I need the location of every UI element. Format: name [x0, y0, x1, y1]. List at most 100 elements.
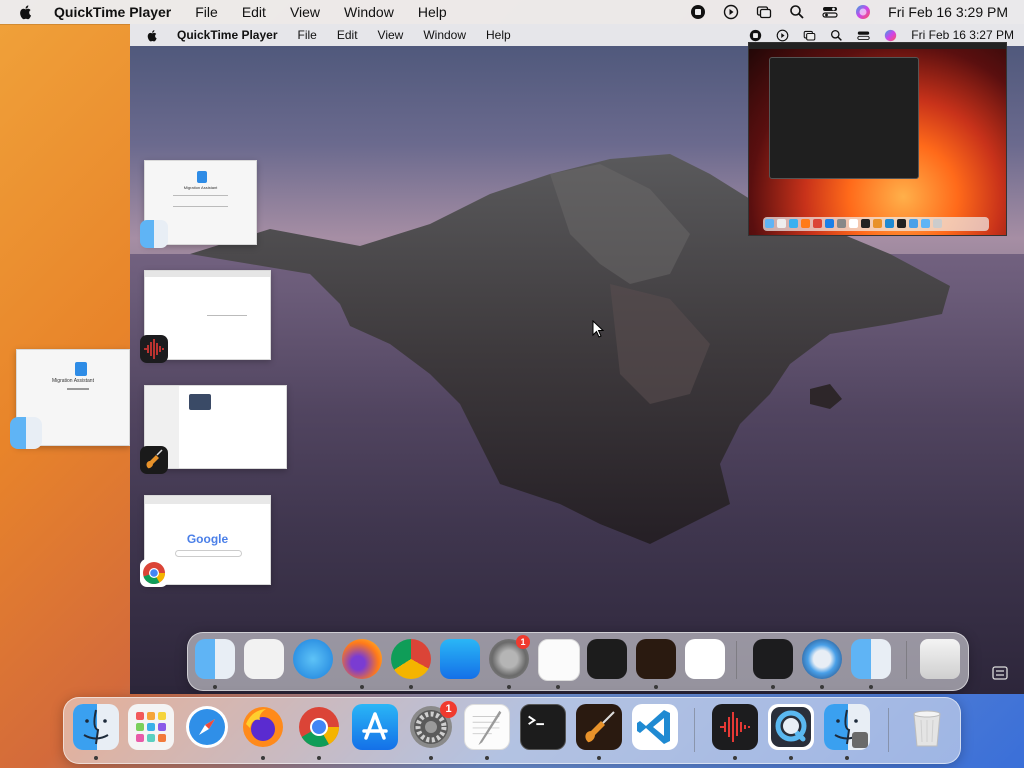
desktop: { "outer_menubar": { "app_name": "QuickT… [0, 0, 1024, 768]
inner-apple-icon [147, 29, 157, 41]
running-indicator [507, 685, 511, 689]
preview-dock-icon [861, 219, 870, 228]
text-line [207, 315, 247, 316]
app-menu[interactable]: QuickTime Player [54, 4, 171, 20]
play-circle-icon[interactable] [723, 4, 739, 20]
stop-recording-icon[interactable] [690, 4, 706, 20]
dock-garageband[interactable] [576, 704, 622, 750]
spotlight-search-icon[interactable] [789, 4, 805, 20]
running-indicator [261, 756, 265, 760]
dock-separator [736, 641, 737, 679]
inner-migration-icon [851, 639, 891, 679]
dock-migration-assistant[interactable] [824, 704, 870, 750]
dock-finder[interactable] [73, 704, 119, 750]
migration-assistant-icon [824, 704, 868, 750]
inner-siri-icon [885, 29, 897, 41]
preview-dock-icon [849, 219, 858, 228]
dock-terminal[interactable] [520, 704, 566, 750]
chrome-logo-icon [299, 707, 339, 747]
vscode-logo-icon [637, 710, 670, 744]
text-line [67, 388, 89, 390]
window-menu[interactable]: Window [344, 4, 394, 20]
dock-safari[interactable] [184, 704, 230, 750]
dock-voice-memos[interactable] [712, 704, 758, 750]
siri-icon[interactable] [855, 4, 871, 20]
running-indicator [789, 756, 793, 760]
quicktime-logo-icon [771, 707, 811, 747]
inner-safari-icon [293, 639, 333, 679]
preview-dock-icon [933, 219, 942, 228]
recording-preview-thumbnail[interactable] [748, 42, 1007, 236]
preview-dock [763, 217, 989, 231]
running-indicator [597, 756, 601, 760]
inner-screen-mirroring-icon [803, 30, 816, 40]
inner-voice-memos-icon [753, 639, 793, 679]
running-indicator [733, 756, 737, 760]
chrome-icon [140, 559, 168, 587]
preview-dock-icon [837, 219, 846, 228]
migration-icon [197, 171, 207, 183]
trash-icon [913, 710, 941, 747]
preview-menu-bar [749, 43, 1006, 49]
migration-thumb-title: Migration Assistant [183, 185, 218, 190]
finder-icon [140, 220, 168, 248]
inner-terminal-icon [587, 639, 627, 679]
dock-launchpad[interactable] [128, 704, 174, 750]
finder-icon [10, 417, 42, 449]
inner-window-menu: Window [423, 28, 467, 42]
titlebar [145, 271, 270, 277]
garageband-icon [140, 446, 168, 474]
inner-stop-recording-icon [750, 29, 762, 41]
control-center-icon[interactable] [822, 4, 838, 20]
inner-system-settings-badge: 1 [516, 635, 530, 649]
inner-search-icon [831, 29, 843, 41]
preview-image [189, 394, 211, 410]
running-indicator [429, 756, 433, 760]
view-menu[interactable]: View [290, 4, 320, 20]
waveform-icon [144, 339, 164, 359]
dock-firefox[interactable] [240, 704, 286, 750]
app-store-a-icon [362, 712, 388, 740]
running-indicator [360, 685, 364, 689]
dock-separator [694, 708, 695, 752]
inner-app-store-icon [440, 639, 480, 679]
preview-dock-icon [765, 219, 774, 228]
preview-window [769, 57, 919, 179]
inner-edit-menu: Edit [336, 28, 358, 42]
text-lines [173, 195, 228, 207]
file-menu[interactable]: File [195, 4, 218, 20]
inner-textedit-icon [538, 639, 580, 681]
migration-assistant-icon [75, 362, 87, 376]
edit-menu[interactable]: Edit [242, 4, 266, 20]
dock-chrome[interactable] [296, 704, 342, 750]
inner-play-circle-icon [776, 29, 789, 41]
system-settings-badge: 1 [440, 701, 457, 718]
screenshot-icon [992, 666, 1008, 680]
clock[interactable]: Fri Feb 16 3:29 PM [888, 4, 1008, 20]
preview-dock-icon [897, 219, 906, 228]
dock-separator [888, 708, 889, 752]
dock-vscode[interactable] [632, 704, 678, 750]
inner-launchpad-icon [244, 639, 284, 679]
dock-quicktime[interactable] [768, 704, 814, 750]
voice-memos-icon [140, 335, 168, 363]
running-indicator [869, 685, 873, 689]
inner-app-menu: QuickTime Player [177, 28, 278, 42]
inner-chrome-icon [391, 639, 431, 679]
mouse-cursor-icon [592, 320, 604, 338]
inner-quicktime-icon [802, 639, 842, 679]
dock-textedit[interactable] [464, 704, 510, 750]
inner-trash-icon [920, 639, 960, 679]
inner-help-menu: Help [486, 28, 511, 42]
preview-dock-icon [813, 219, 822, 228]
running-indicator [820, 685, 824, 689]
pen-paper-icon [472, 710, 502, 746]
inner-view-menu: View [377, 28, 404, 42]
finder-face-icon [73, 704, 109, 750]
dock-app-store[interactable] [352, 704, 398, 750]
inner-dock: 1 [187, 632, 969, 691]
help-menu[interactable]: Help [418, 4, 447, 20]
dock-trash[interactable] [904, 704, 950, 750]
screen-mirroring-icon[interactable] [756, 4, 772, 20]
apple-menu-icon[interactable] [18, 4, 34, 20]
